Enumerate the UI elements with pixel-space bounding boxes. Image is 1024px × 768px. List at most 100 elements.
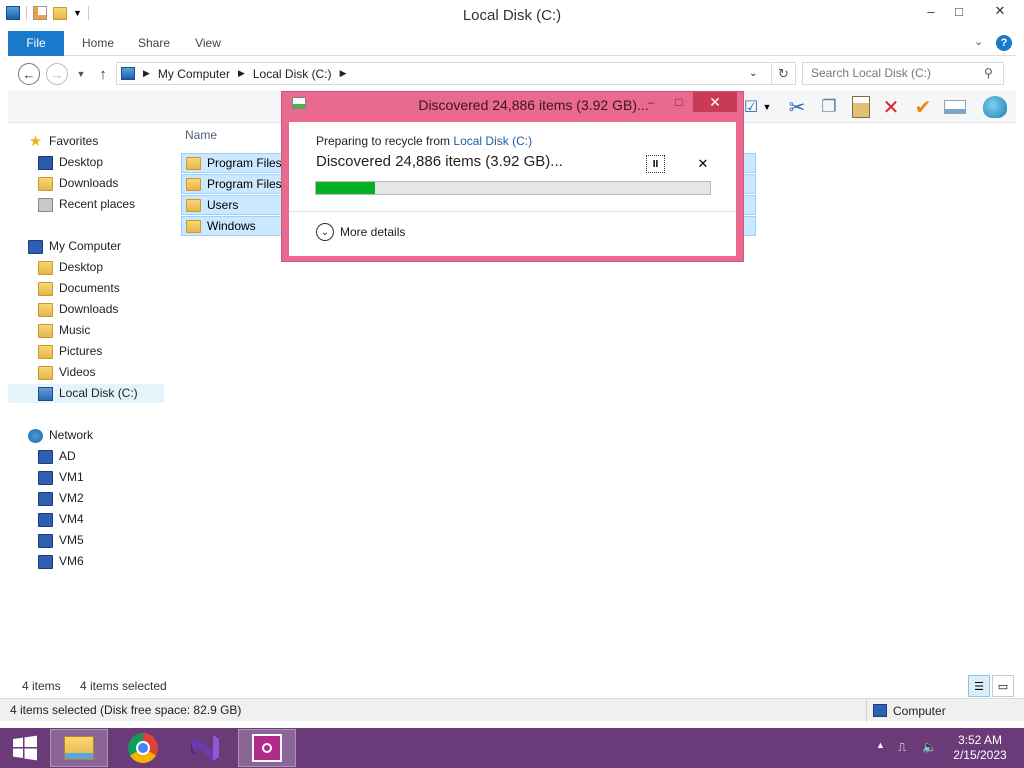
folder-icon [38, 302, 53, 317]
windows-logo-icon [13, 735, 37, 761]
nav-network-vm5[interactable]: VM5 [38, 531, 84, 550]
downloads-folder-icon [38, 176, 53, 191]
chevron-down-icon: ⌄ [316, 223, 334, 241]
folder-icon [38, 365, 53, 380]
nav-network-ad[interactable]: AD [38, 447, 76, 466]
status-zone: Computer [866, 699, 946, 722]
search-input[interactable]: Search Local Disk (C:) [802, 62, 1004, 85]
back-button[interactable]: ← [18, 63, 40, 85]
recent-locations-icon[interactable]: ▼ [74, 63, 88, 85]
clock[interactable]: 3:52 AM 2/15/2023 [944, 733, 1016, 763]
progress-fill [316, 182, 376, 194]
nav-label: Network [49, 428, 94, 442]
nav-network-vm4[interactable]: VM4 [38, 510, 84, 529]
computer-icon [38, 554, 53, 569]
dialog-minimize-button[interactable]: – [640, 93, 662, 111]
maximize-button[interactable]: □ [942, 0, 976, 22]
nav-label: Favorites [49, 134, 99, 148]
rename-check-icon[interactable]: ✔ [910, 94, 936, 120]
folder-icon [186, 177, 201, 191]
start-button[interactable] [0, 729, 50, 767]
expand-ribbon-icon[interactable]: ⌄ [974, 35, 983, 48]
properties-panel-icon[interactable] [942, 94, 968, 120]
paste-icon[interactable] [848, 94, 874, 120]
breadcrumb-my-computer[interactable]: My Computer [158, 67, 230, 81]
close-button[interactable]: ✕ [980, 0, 1020, 22]
nav-computer-pictures[interactable]: Pictures [38, 342, 102, 361]
nav-computer-music[interactable]: Music [38, 321, 90, 340]
nav-my-computer[interactable]: My Computer [28, 237, 121, 256]
cancel-operation-button[interactable]: ✕ [695, 155, 711, 173]
forward-button[interactable]: → [46, 63, 68, 85]
dialog-maximize-button[interactable]: □ [668, 93, 690, 111]
web-globe-icon[interactable] [982, 94, 1008, 120]
select-dropdown-icon[interactable]: ▼ [760, 94, 774, 120]
nav-label: Desktop [59, 260, 104, 274]
dialog-close-button[interactable]: ✕ [693, 92, 737, 112]
nav-computer-desktop[interactable]: Desktop [38, 258, 103, 277]
status-zone-label: Computer [893, 703, 946, 718]
file-name: Users [207, 198, 239, 212]
computer-icon [38, 449, 53, 464]
volume-icon[interactable]: 🔈 [922, 740, 937, 754]
tab-home[interactable]: Home [76, 31, 120, 56]
nav-label: Local Disk (C:) [59, 386, 138, 400]
computer-icon [28, 239, 43, 254]
nav-network-vm1[interactable]: VM1 [38, 468, 84, 487]
computer-icon [38, 470, 53, 485]
file-name: Program Files [207, 177, 282, 191]
column-header-name[interactable]: Name [185, 128, 217, 142]
drive-icon [38, 386, 53, 401]
clock-date: 2/15/2023 [953, 748, 1007, 762]
show-hidden-icons-icon[interactable]: ▲ [876, 740, 885, 750]
nav-computer-downloads[interactable]: Downloads [38, 300, 118, 319]
progress-bar [315, 181, 711, 195]
tab-share[interactable]: Share [132, 31, 176, 56]
source-link[interactable]: Local Disk (C:) [453, 134, 532, 148]
breadcrumb-separator-icon: ▶ [237, 68, 245, 78]
help-icon[interactable]: ? [996, 35, 1012, 51]
search-icon: ⚲ [984, 66, 993, 80]
recent-places-icon [38, 197, 53, 212]
source-line: Preparing to recycle from Local Disk (C:… [316, 134, 532, 148]
large-icons-view-button[interactable]: ▭ [992, 675, 1014, 697]
address-dropdown-icon[interactable]: ⌄ [749, 68, 757, 79]
details-view-button[interactable]: ☰ [968, 675, 990, 697]
taskbar-visual-studio[interactable] [176, 729, 234, 767]
folder-icon [186, 156, 201, 170]
nav-network-vm2[interactable]: VM2 [38, 489, 84, 508]
more-details-toggle[interactable]: ⌄ More details [316, 223, 405, 241]
taskbar-camera-app[interactable] [238, 729, 296, 767]
selected-count: 4 items selected [80, 679, 167, 693]
nav-label: Documents [59, 281, 120, 295]
pause-button[interactable]: II [646, 155, 665, 173]
delete-icon[interactable]: ✕ [878, 94, 904, 120]
breadcrumb-local-disk[interactable]: Local Disk (C:) [253, 67, 332, 81]
taskbar-file-explorer[interactable] [50, 729, 108, 767]
up-button[interactable]: ↑ [92, 63, 114, 85]
copy-icon[interactable]: ❐ [816, 94, 842, 120]
tab-file[interactable]: File [8, 31, 64, 56]
breadcrumb-separator-icon: ▶ [339, 68, 347, 78]
taskbar-chrome[interactable] [114, 729, 172, 767]
dialog-body: Preparing to recycle from Local Disk (C:… [289, 122, 736, 256]
address-bar[interactable]: ▶ My Computer ▶ Local Disk (C:) ▶ ⌄ [116, 62, 772, 85]
nav-favorites-recent[interactable]: Recent places [38, 195, 135, 214]
nav-computer-local-disk[interactable]: Local Disk (C:) [8, 384, 164, 403]
nav-network-vm6[interactable]: VM6 [38, 552, 84, 571]
cut-icon[interactable]: ✂ [784, 94, 810, 120]
nav-favorites-desktop[interactable]: Desktop [38, 153, 103, 172]
nav-favorites-downloads[interactable]: Downloads [38, 174, 118, 193]
nav-computer-videos[interactable]: Videos [38, 363, 95, 382]
tab-view[interactable]: View [188, 31, 228, 56]
file-name: Program Files [207, 156, 282, 170]
more-details-label: More details [340, 225, 406, 239]
nav-favorites[interactable]: ★ Favorites [28, 132, 99, 151]
folder-icon [186, 198, 201, 212]
nav-network[interactable]: Network [28, 426, 93, 445]
nav-label: Downloads [59, 176, 119, 190]
network-tray-icon[interactable]: ⎍ [898, 740, 906, 755]
file-explorer-icon [64, 736, 94, 760]
nav-computer-documents[interactable]: Documents [38, 279, 120, 298]
refresh-button[interactable]: ↻ [772, 62, 796, 85]
